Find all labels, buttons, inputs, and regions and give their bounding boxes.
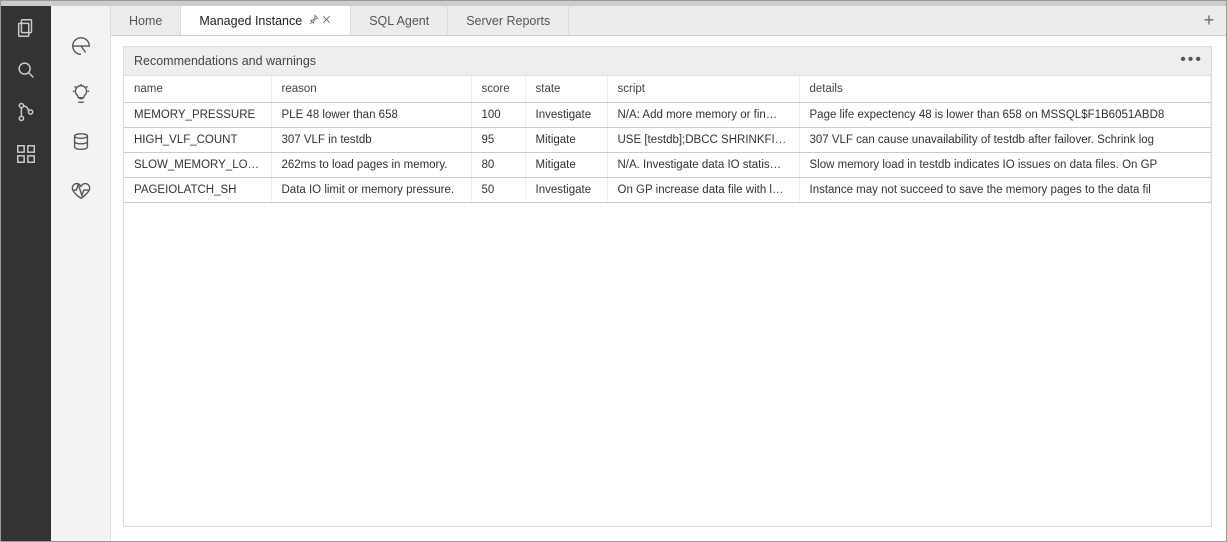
cell-score: 50 bbox=[471, 178, 525, 203]
activity-bar bbox=[1, 6, 51, 541]
pin-icon[interactable] bbox=[308, 14, 319, 28]
col-state[interactable]: state bbox=[525, 76, 607, 103]
recommendations-table: name reason score state script details M… bbox=[123, 76, 1212, 527]
dashboard-icon[interactable] bbox=[69, 34, 93, 58]
tab-sql-agent[interactable]: SQL Agent bbox=[351, 6, 448, 35]
col-reason[interactable]: reason bbox=[271, 76, 471, 103]
panel-title: Recommendations and warnings bbox=[134, 54, 316, 68]
table-row[interactable]: MEMORY_PRESSURE PLE 48 lower than 658 10… bbox=[124, 103, 1211, 128]
tab-managed-instance[interactable]: Managed Instance bbox=[181, 6, 351, 35]
col-name[interactable]: name bbox=[124, 76, 271, 103]
col-details[interactable]: details bbox=[799, 76, 1211, 103]
cell-reason: PLE 48 lower than 658 bbox=[271, 103, 471, 128]
database-icon[interactable] bbox=[69, 130, 93, 154]
cell-score: 95 bbox=[471, 128, 525, 153]
cell-state: Investigate bbox=[525, 103, 607, 128]
cell-details: Instance may not succeed to save the mem… bbox=[799, 178, 1211, 203]
cell-script: N/A. Investigate data IO statis… bbox=[607, 153, 799, 178]
extensions-icon[interactable] bbox=[14, 142, 38, 166]
cell-details: 307 VLF can cause unavailability of test… bbox=[799, 128, 1211, 153]
insight-icon[interactable] bbox=[69, 82, 93, 106]
cell-name: MEMORY_PRESSURE bbox=[124, 103, 271, 128]
cell-score: 100 bbox=[471, 103, 525, 128]
cell-name: SLOW_MEMORY_LOAD bbox=[124, 153, 271, 178]
cell-state: Mitigate bbox=[525, 128, 607, 153]
more-icon[interactable]: ••• bbox=[1180, 51, 1203, 69]
cell-name: PAGEIOLATCH_SH bbox=[124, 178, 271, 203]
health-icon[interactable] bbox=[69, 178, 93, 202]
cell-script: USE [testdb];DBCC SHRINKFIL… bbox=[607, 128, 799, 153]
cell-reason: Data IO limit or memory pressure. bbox=[271, 178, 471, 203]
table-row[interactable]: SLOW_MEMORY_LOAD 262ms to load pages in … bbox=[124, 153, 1211, 178]
tab-label: Home bbox=[129, 14, 162, 28]
col-script[interactable]: script bbox=[607, 76, 799, 103]
cell-reason: 262ms to load pages in memory. bbox=[271, 153, 471, 178]
table-row[interactable]: HIGH_VLF_COUNT 307 VLF in testdb 95 Miti… bbox=[124, 128, 1211, 153]
side-panel bbox=[51, 6, 111, 541]
files-icon[interactable] bbox=[14, 16, 38, 40]
tab-label: Server Reports bbox=[466, 14, 550, 28]
panel-header: Recommendations and warnings ••• bbox=[123, 46, 1212, 76]
cell-script: N/A: Add more memory or fin… bbox=[607, 103, 799, 128]
tab-home[interactable]: Home bbox=[111, 6, 181, 35]
cell-score: 80 bbox=[471, 153, 525, 178]
cell-reason: 307 VLF in testdb bbox=[271, 128, 471, 153]
new-tab-button[interactable]: + bbox=[1192, 6, 1226, 35]
cell-state: Investigate bbox=[525, 178, 607, 203]
cell-state: Mitigate bbox=[525, 153, 607, 178]
cell-details: Slow memory load in testdb indicates IO … bbox=[799, 153, 1211, 178]
tab-label: SQL Agent bbox=[369, 14, 429, 28]
tab-label: Managed Instance bbox=[199, 14, 302, 28]
cell-script: On GP increase data file with l… bbox=[607, 178, 799, 203]
cell-details: Page life expectency 48 is lower than 65… bbox=[799, 103, 1211, 128]
source-control-icon[interactable] bbox=[14, 100, 38, 124]
search-icon[interactable] bbox=[14, 58, 38, 82]
col-score[interactable]: score bbox=[471, 76, 525, 103]
editor-tabs: Home Managed Instance SQL Agent Server R… bbox=[111, 6, 1226, 36]
table-header-row: name reason score state script details bbox=[124, 76, 1211, 103]
close-icon[interactable] bbox=[321, 14, 332, 28]
tab-server-reports[interactable]: Server Reports bbox=[448, 6, 569, 35]
cell-name: HIGH_VLF_COUNT bbox=[124, 128, 271, 153]
table-row[interactable]: PAGEIOLATCH_SH Data IO limit or memory p… bbox=[124, 178, 1211, 203]
